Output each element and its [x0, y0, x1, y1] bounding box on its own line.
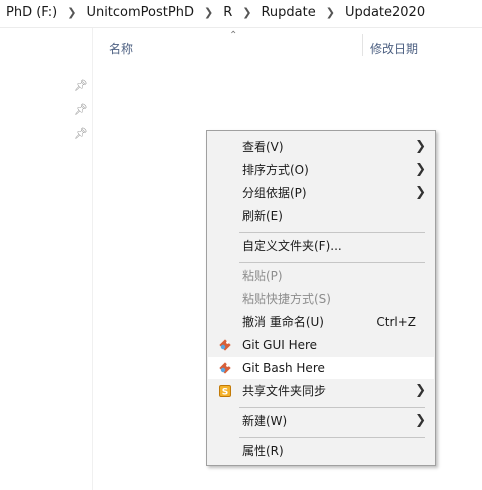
menu-item-label: 查看(V) [242, 140, 284, 154]
chevron-right-icon: ❯ [415, 383, 426, 398]
breadcrumb-item-rupdate[interactable]: Rupdate [257, 5, 319, 20]
menu-item-label: 共享文件夹同步 [242, 384, 327, 398]
breadcrumb-item-r[interactable]: R [219, 5, 236, 20]
breadcrumb-item-update2020[interactable]: Update2020 [341, 5, 429, 20]
menu-item-label: Git GUI Here [242, 338, 318, 352]
chevron-right-icon[interactable]: ❯ [236, 6, 257, 19]
address-bar-divider [0, 27, 482, 28]
navigation-pane-divider[interactable] [92, 28, 93, 490]
menu-item-refresh[interactable]: 刷新(E) [208, 205, 434, 227]
chevron-right-icon: ❯ [415, 413, 426, 428]
chevron-right-icon: ❯ [415, 185, 426, 200]
sync-share-icon: S [219, 385, 231, 398]
pin-icon[interactable]: 📌︎ [74, 104, 88, 116]
menu-item-customize-folder[interactable]: 自定义文件夹(F)... [208, 235, 434, 257]
svg-text:S: S [222, 388, 228, 398]
menu-item-label: 撤消 重命名(U) [242, 315, 324, 329]
menu-item-properties[interactable]: 属性(R) [208, 440, 434, 462]
menu-item-new[interactable]: 新建(W) ❯ [208, 410, 434, 432]
chevron-right-icon: ❯ [415, 139, 426, 154]
breadcrumb: PhD (F:) ❯ UnitcomPostPhD ❯ R ❯ Rupdate … [0, 0, 482, 24]
breadcrumb-item-unitcompostphd[interactable]: UnitcomPostPhD [82, 5, 198, 20]
column-header-name[interactable]: 名称 [109, 40, 133, 57]
git-icon [219, 362, 231, 374]
menu-item-label: 刷新(E) [242, 209, 283, 223]
menu-separator [239, 437, 425, 438]
menu-item-git-bash-here[interactable]: Git Bash Here [208, 357, 434, 379]
chevron-right-icon: ❯ [415, 162, 426, 177]
menu-separator [239, 407, 425, 408]
menu-item-label: 粘贴(P) [242, 269, 283, 283]
menu-item-label: Git Bash Here [242, 361, 325, 375]
chevron-right-icon[interactable]: ❯ [61, 6, 82, 19]
menu-item-label: 排序方式(O) [242, 163, 309, 177]
menu-item-label: 粘贴快捷方式(S) [242, 292, 331, 306]
pin-icon[interactable]: 📌︎ [74, 128, 88, 140]
menu-item-sort-by[interactable]: 排序方式(O) ❯ [208, 159, 434, 181]
menu-item-undo-rename[interactable]: 撤消 重命名(U) Ctrl+Z [208, 311, 434, 333]
git-icon [219, 339, 231, 351]
menu-item-label: 自定义文件夹(F)... [242, 239, 342, 253]
menu-item-git-gui-here[interactable]: Git GUI Here [208, 334, 434, 356]
pin-icon[interactable]: 📌︎ [74, 80, 88, 92]
menu-item-view[interactable]: 查看(V) ❯ [208, 136, 434, 158]
chevron-right-icon[interactable]: ❯ [320, 6, 341, 19]
menu-item-label: 新建(W) [242, 414, 288, 428]
menu-item-paste[interactable]: 粘贴(P) [208, 265, 434, 287]
menu-item-label: 属性(R) [242, 444, 284, 458]
menu-separator [239, 232, 425, 233]
column-separator[interactable] [362, 34, 363, 56]
context-menu: 查看(V) ❯ 排序方式(O) ❯ 分组依据(P) ❯ 刷新(E) 自定义文件夹… [206, 130, 436, 466]
menu-item-paste-shortcut[interactable]: 粘贴快捷方式(S) [208, 288, 434, 310]
sort-up-icon: ⌃ [229, 30, 238, 41]
menu-item-sync-shared-folder[interactable]: S 共享文件夹同步 ❯ [208, 380, 434, 402]
chevron-right-icon[interactable]: ❯ [198, 6, 219, 19]
menu-separator [239, 262, 425, 263]
menu-item-group-by[interactable]: 分组依据(P) ❯ [208, 182, 434, 204]
menu-item-shortcut: Ctrl+Z [376, 315, 416, 329]
breadcrumb-item-drive[interactable]: PhD (F:) [0, 5, 61, 20]
column-header-date-modified[interactable]: 修改日期 [370, 40, 418, 57]
menu-item-label: 分组依据(P) [242, 186, 307, 200]
